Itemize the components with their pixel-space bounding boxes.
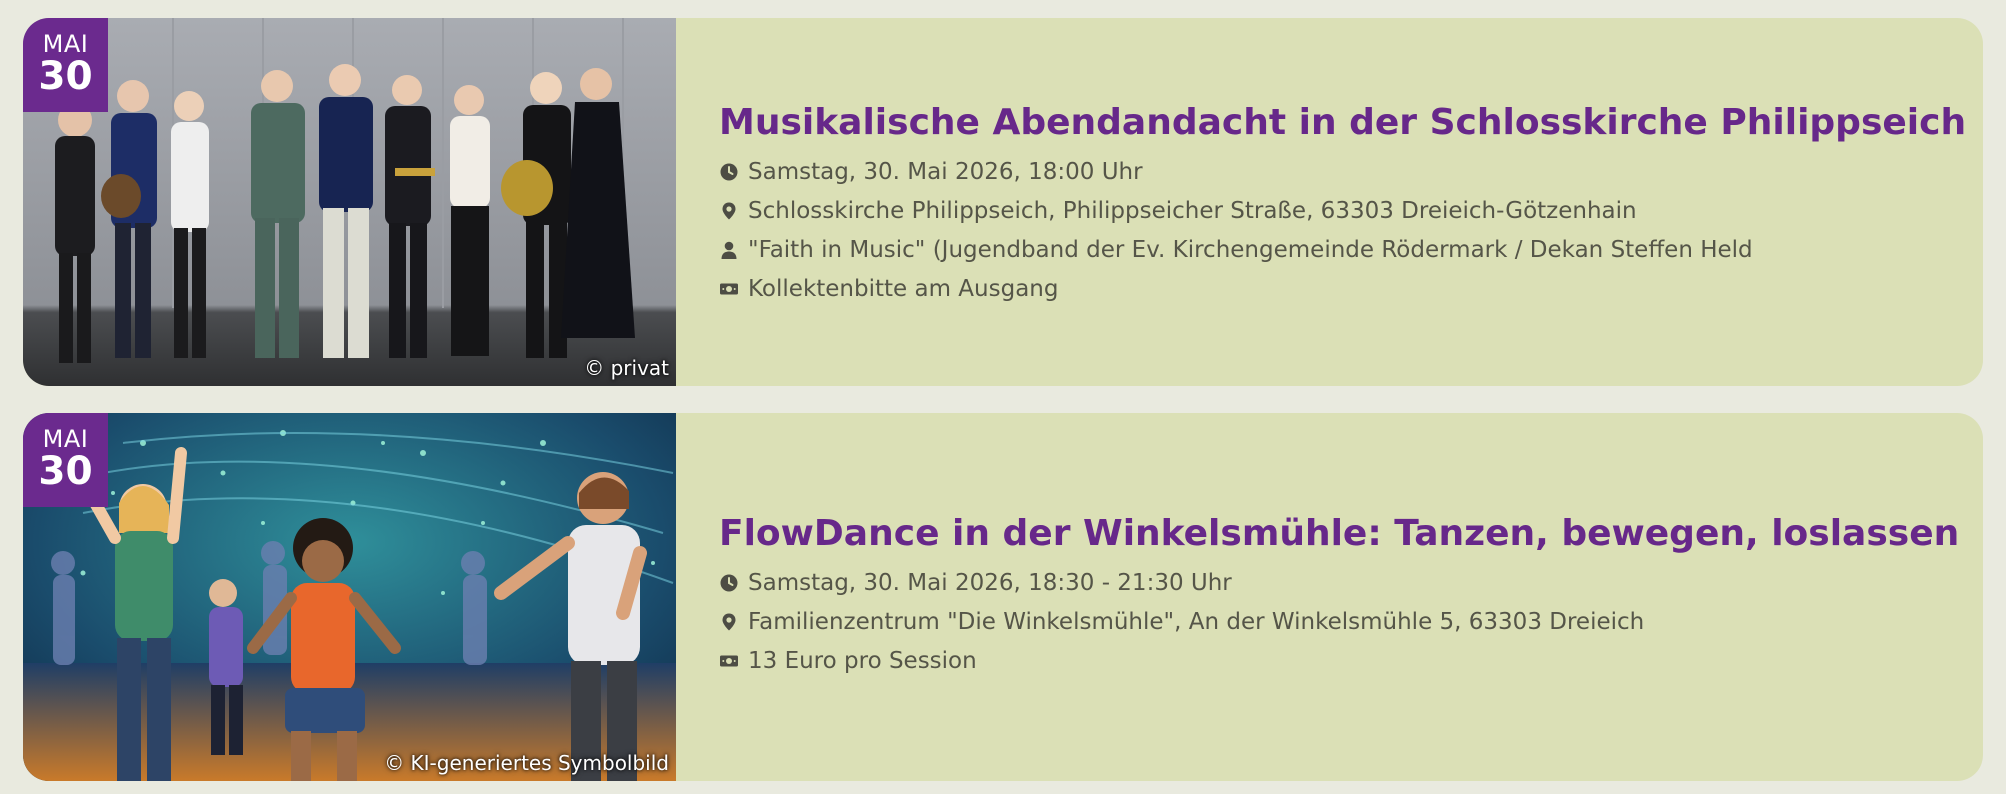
date-month: MAI xyxy=(42,30,89,58)
event-datetime-text: Samstag, 30. Mai 2026, 18:00 Uhr xyxy=(748,158,1143,185)
event-list: MAI 30 © privat Musikalische Abendandach… xyxy=(0,0,2006,794)
event-info: Musikalische Abendandacht in der Schloss… xyxy=(719,100,1966,308)
cash-icon xyxy=(719,651,739,671)
map-pin-icon xyxy=(719,201,739,221)
event-price: Kollektenbitte am Ausgang xyxy=(719,269,1943,308)
event-title[interactable]: Musikalische Abendandacht in der Schloss… xyxy=(719,100,1966,146)
event-performer-text: "Faith in Music" (Jugendband der Ev. Kir… xyxy=(748,236,1753,263)
event-card[interactable]: MAI 30 © privat Musikalische Abendandach… xyxy=(23,18,1983,386)
date-month: MAI xyxy=(42,425,89,453)
event-location: Familienzentrum "Die Winkelsmühle", An d… xyxy=(719,602,1943,641)
event-price-text: Kollektenbitte am Ausgang xyxy=(748,275,1059,302)
event-image[interactable]: MAI 30 © privat xyxy=(23,18,676,386)
band-photo xyxy=(23,18,676,386)
event-datetime: Samstag, 30. Mai 2026, 18:30 - 21:30 Uhr xyxy=(719,563,1943,602)
clock-icon xyxy=(719,162,739,182)
clock-icon xyxy=(719,573,739,593)
event-card[interactable]: MAI 30 © KI-generiertes Symbolbild FlowD… xyxy=(23,413,1983,781)
event-location-text: Schlosskirche Philippseich, Philippseich… xyxy=(748,197,1637,224)
date-day: 30 xyxy=(38,449,93,494)
map-pin-icon xyxy=(719,612,739,632)
event-datetime: Samstag, 30. Mai 2026, 18:00 Uhr xyxy=(719,152,1943,191)
event-performer: "Faith in Music" (Jugendband der Ev. Kir… xyxy=(719,230,1943,269)
event-image[interactable]: MAI 30 © KI-generiertes Symbolbild xyxy=(23,413,676,781)
dance-illustration xyxy=(23,413,676,781)
event-price: 13 Euro pro Session xyxy=(719,641,1943,680)
date-badge: MAI 30 xyxy=(23,18,108,112)
image-credit: © KI-generiertes Symbolbild xyxy=(384,751,669,775)
person-icon xyxy=(719,240,739,260)
cash-icon xyxy=(719,279,739,299)
event-location: Schlosskirche Philippseich, Philippseich… xyxy=(719,191,1943,230)
image-credit: © privat xyxy=(584,356,669,380)
date-badge: MAI 30 xyxy=(23,413,108,507)
event-title[interactable]: FlowDance in der Winkelsmühle: Tanzen, b… xyxy=(719,511,1959,557)
event-datetime-text: Samstag, 30. Mai 2026, 18:30 - 21:30 Uhr xyxy=(748,569,1232,596)
date-day: 30 xyxy=(38,54,93,99)
event-location-text: Familienzentrum "Die Winkelsmühle", An d… xyxy=(748,608,1645,635)
event-price-text: 13 Euro pro Session xyxy=(748,647,977,674)
event-info: FlowDance in der Winkelsmühle: Tanzen, b… xyxy=(719,511,1959,680)
